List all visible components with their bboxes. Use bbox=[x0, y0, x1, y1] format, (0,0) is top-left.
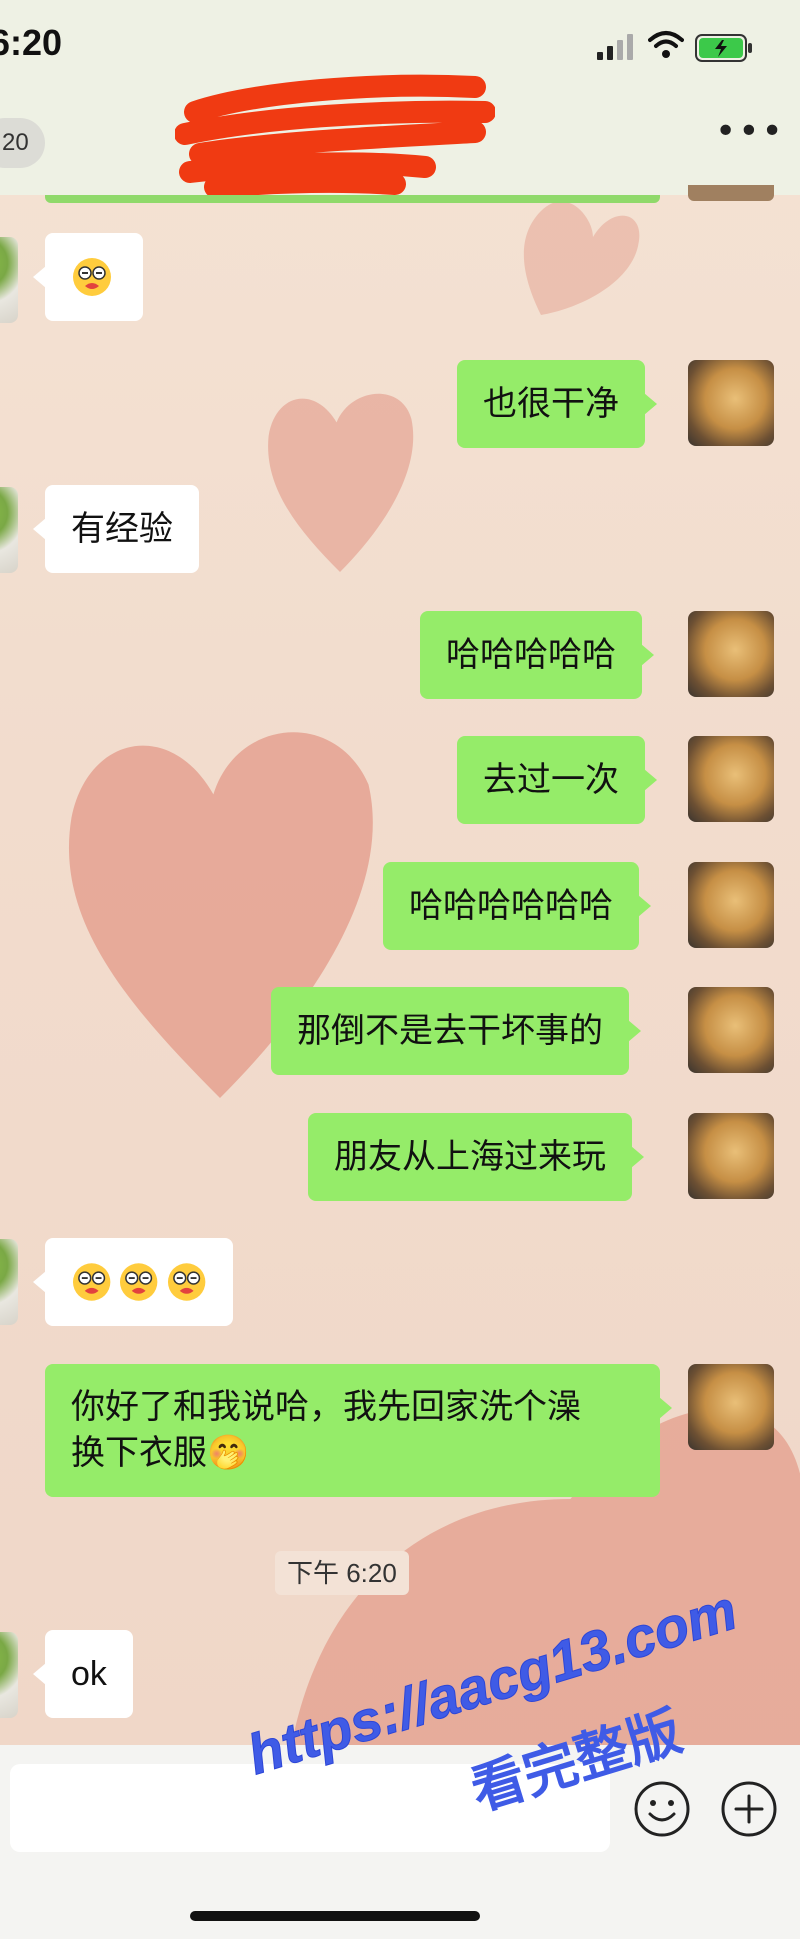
contact-avatar[interactable] bbox=[0, 1632, 18, 1718]
contact-avatar[interactable] bbox=[0, 487, 18, 573]
message-line: 换下衣服🤭 bbox=[71, 1434, 250, 1472]
user-avatar[interactable] bbox=[688, 1113, 774, 1199]
wifi-icon bbox=[648, 31, 684, 58]
message-bubble-sent[interactable]: 哈哈哈哈哈哈 bbox=[383, 862, 651, 950]
message-timestamp: 下午 6:20 bbox=[275, 1551, 409, 1595]
user-avatar[interactable] bbox=[688, 611, 774, 697]
dizzy-face-emoji-icon bbox=[120, 1263, 158, 1301]
message-bubble-sent[interactable]: 朋友从上海过来玩 bbox=[308, 1113, 644, 1201]
dizzy-face-emoji-icon bbox=[72, 1263, 111, 1301]
message-bubble-sent[interactable]: 去过一次 bbox=[457, 736, 657, 824]
message-bubble-received[interactable] bbox=[33, 1238, 233, 1326]
message-bubble-sent[interactable]: 你好了和我说哈，我先回家洗个澡 换下衣服🤭 bbox=[45, 1364, 672, 1497]
dizzy-face-emoji-icon bbox=[73, 258, 111, 296]
message-bubble-sent[interactable]: 哈哈哈哈哈 bbox=[420, 611, 654, 699]
battery-charging-icon bbox=[695, 34, 752, 62]
user-avatar[interactable] bbox=[688, 736, 774, 822]
more-options-button[interactable]: ••• bbox=[715, 114, 785, 150]
message-list: 也很干净 有经验 哈哈哈哈哈 去过一次 哈哈哈哈哈哈 那倒不是去干坏事的 朋友从… bbox=[0, 185, 800, 1745]
contact-avatar[interactable] bbox=[0, 1239, 18, 1325]
dizzy-face-emoji-icon bbox=[167, 1263, 206, 1301]
status-time: 6:20 bbox=[0, 22, 63, 63]
home-indicator bbox=[190, 1911, 480, 1921]
back-button[interactable]: 20 bbox=[0, 118, 45, 168]
message-bubble-sent[interactable]: 也很干净 bbox=[457, 360, 657, 448]
cellular-signal-icon bbox=[597, 34, 633, 60]
emoji-picker-icon[interactable] bbox=[633, 1780, 691, 1838]
message-bubble-received[interactable] bbox=[33, 233, 143, 321]
more-actions-plus-icon[interactable] bbox=[720, 1780, 778, 1838]
user-avatar[interactable] bbox=[688, 360, 774, 446]
message-line: 你好了和我说哈，我先回家洗个澡 bbox=[71, 1388, 581, 1426]
message-bubble-received[interactable]: ok bbox=[33, 1630, 133, 1718]
user-avatar[interactable] bbox=[688, 862, 774, 948]
thinking-face-emoji-icon: 🤭 bbox=[207, 1434, 250, 1472]
user-avatar[interactable] bbox=[688, 1364, 774, 1450]
contact-avatar[interactable] bbox=[0, 237, 18, 323]
previous-avatar-edge bbox=[688, 185, 774, 201]
message-bubble-sent[interactable]: 那倒不是去干坏事的 bbox=[271, 987, 641, 1075]
previous-message-edge bbox=[45, 195, 660, 203]
message-input[interactable] bbox=[10, 1764, 610, 1852]
redacted-contact-name bbox=[175, 74, 495, 198]
user-avatar[interactable] bbox=[688, 987, 774, 1073]
input-bar bbox=[0, 1745, 800, 1939]
message-bubble-received[interactable]: 有经验 bbox=[33, 485, 199, 573]
